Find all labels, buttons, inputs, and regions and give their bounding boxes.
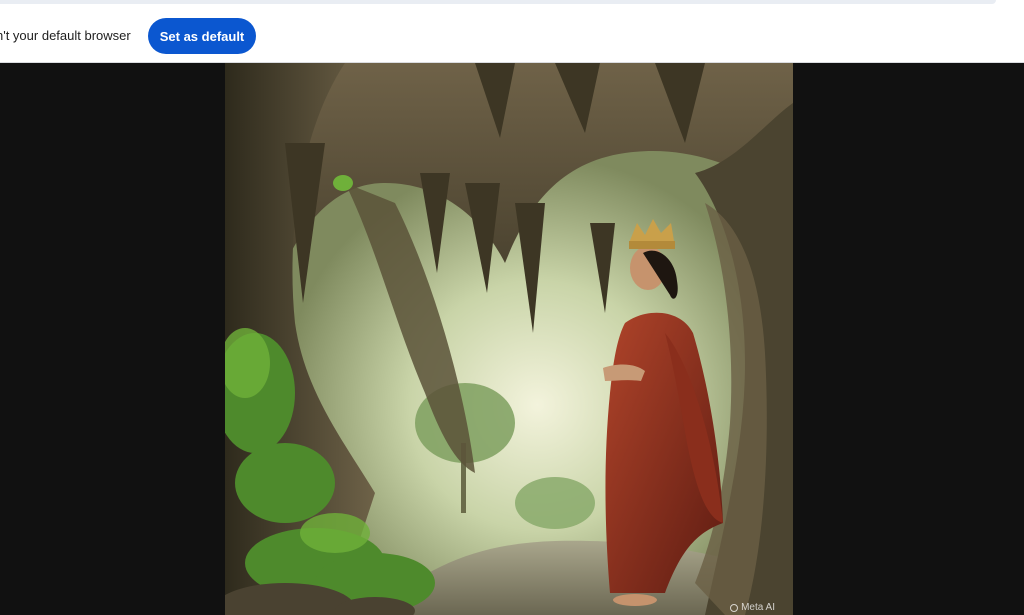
address-field-edge[interactable] [0,0,996,4]
default-browser-infobar: n't your default browser Set as default [0,10,1024,63]
generated-image[interactable]: Meta AI [225,63,793,615]
set-as-default-button[interactable]: Set as default [148,18,256,54]
image-watermark: Meta AI [730,602,775,613]
ring-icon [730,603,739,612]
cave-scene-illustration [225,63,793,615]
image-viewer: Meta AI [0,63,1024,615]
infobar-message: n't your default browser [0,28,131,43]
address-bar-strip [0,0,1024,10]
watermark-text: Meta AI [741,602,775,613]
